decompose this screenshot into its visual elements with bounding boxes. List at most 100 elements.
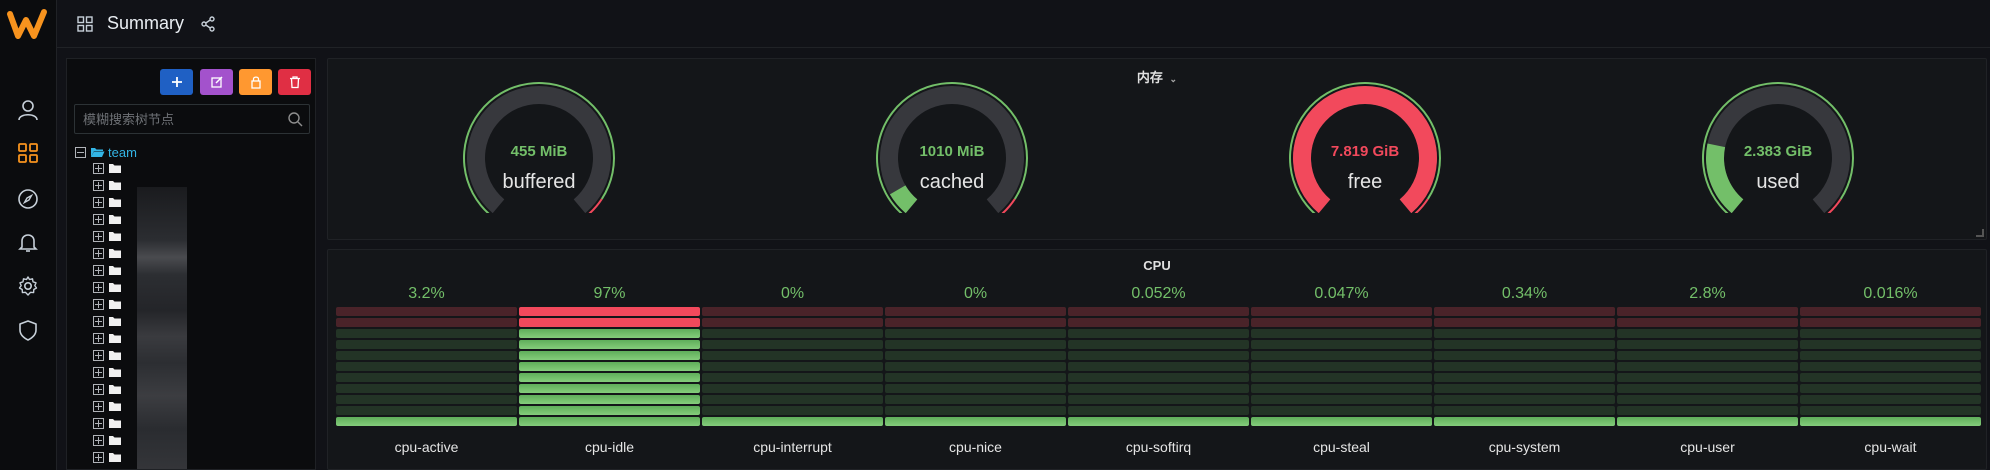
bar-gauge-cell <box>1068 417 1249 426</box>
expand-icon[interactable] <box>93 401 104 412</box>
expand-icon[interactable] <box>93 265 104 276</box>
settings-gear-icon[interactable] <box>14 272 42 300</box>
gauge-used: 2.383 GiB used <box>1693 73 1863 217</box>
tree-root-label: team <box>108 144 137 160</box>
bar-gauge-cell <box>1251 373 1432 382</box>
bar-gauge-value: 97% <box>593 285 626 302</box>
search-icon[interactable] <box>287 111 303 127</box>
bar-gauge-cell <box>1617 340 1798 349</box>
gauge-value: 2.383 GiB <box>1743 143 1813 160</box>
alert-bell-icon[interactable] <box>14 228 42 256</box>
gauge-cached: 1010 MiB cached <box>867 73 1037 217</box>
bar-gauge-cell <box>885 340 1066 349</box>
bar-gauge-label: cpu-steal <box>1313 439 1370 455</box>
bar-gauge-cell <box>1434 373 1615 382</box>
expand-icon[interactable] <box>93 435 104 446</box>
expand-icon[interactable] <box>93 282 104 293</box>
tree-node[interactable] <box>93 381 122 398</box>
tree-node[interactable] <box>93 245 122 262</box>
tree-node[interactable] <box>93 160 122 177</box>
bar-gauge-cell <box>519 395 700 404</box>
tree-node[interactable] <box>93 262 122 279</box>
tree-node[interactable] <box>93 194 122 211</box>
top-navbar: Summary <box>57 0 1990 48</box>
tree-node[interactable] <box>93 279 122 296</box>
tree-search-input[interactable] <box>75 105 275 133</box>
page-title[interactable]: Summary <box>107 13 184 34</box>
folder-icon <box>109 317 121 326</box>
dashboards-icon[interactable] <box>14 139 42 167</box>
bar-gauge-cell <box>1068 362 1249 371</box>
tree-node[interactable] <box>93 177 122 194</box>
bar-gauge-cell <box>1800 406 1981 415</box>
trash-icon <box>288 75 302 89</box>
redacted-node-labels <box>137 187 187 363</box>
expand-icon[interactable] <box>93 333 104 344</box>
tree-node[interactable] <box>93 330 122 347</box>
bar-gauge-cell <box>885 395 1066 404</box>
bar-gauge-cell <box>1068 351 1249 360</box>
bar-gauge-cell <box>702 351 883 360</box>
bar-gauge-cell <box>885 417 1066 426</box>
delete-node-button[interactable] <box>278 69 311 95</box>
chevron-down-icon[interactable]: ⌄ <box>1170 74 1178 84</box>
tree-node[interactable] <box>93 398 122 415</box>
expand-icon[interactable] <box>93 384 104 395</box>
expand-icon[interactable] <box>93 316 104 327</box>
bar-gauge-cell <box>885 307 1066 316</box>
share-icon[interactable] <box>198 14 218 34</box>
tree-node[interactable] <box>93 466 122 469</box>
expand-icon[interactable] <box>93 163 104 174</box>
expand-icon[interactable] <box>93 418 104 429</box>
bar-gauge-value: 0% <box>963 285 988 302</box>
tree-node[interactable] <box>93 228 122 245</box>
bar-gauge-cell <box>1251 395 1432 404</box>
tree-node[interactable] <box>93 449 122 466</box>
tree-node[interactable] <box>93 364 122 381</box>
bar-gauge-label: cpu-softirq <box>1125 439 1192 455</box>
grafana-logo-icon[interactable] <box>6 6 50 42</box>
bar-gauge-cell <box>1068 307 1249 316</box>
expand-icon[interactable] <box>93 214 104 225</box>
bar-gauge-cell <box>519 307 700 316</box>
bar-gauge-cell <box>1617 307 1798 316</box>
expand-icon[interactable] <box>93 248 104 259</box>
tree-root-node[interactable]: team <box>75 143 137 161</box>
tree-node[interactable] <box>93 415 122 432</box>
edit-node-button[interactable] <box>200 69 233 95</box>
bar-gauge-cell <box>1800 384 1981 393</box>
expand-icon[interactable] <box>93 197 104 208</box>
expand-icon[interactable] <box>93 367 104 378</box>
collapse-icon[interactable] <box>75 146 86 158</box>
tree-node[interactable] <box>93 347 122 364</box>
bar-gauge-cell <box>885 373 1066 382</box>
bar-gauge-cell <box>702 417 883 426</box>
resize-handle-icon[interactable] <box>1976 229 1984 237</box>
expand-icon[interactable] <box>93 180 104 191</box>
bar-gauge-cell <box>336 329 517 338</box>
bar-gauge-cell <box>702 329 883 338</box>
expand-icon[interactable] <box>93 452 104 463</box>
bar-gauge-cell <box>1434 318 1615 327</box>
expand-icon[interactable] <box>93 350 104 361</box>
bar-gauge-value: 0.016% <box>1863 285 1918 302</box>
add-node-button[interactable] <box>160 69 193 95</box>
gauge-value: 7.819 GiB <box>1330 143 1400 160</box>
tree-node[interactable] <box>93 313 122 330</box>
bar-gauge-cell <box>1068 384 1249 393</box>
user-icon[interactable] <box>14 96 42 124</box>
folder-icon <box>109 385 121 394</box>
bar-gauge-label: cpu-active <box>394 439 459 455</box>
shield-icon[interactable] <box>14 316 42 344</box>
gauge-label: free <box>1347 171 1383 193</box>
panel-title[interactable]: CPU <box>328 258 1986 273</box>
bar-gauge-label: cpu-interrupt <box>753 439 832 455</box>
tree-node[interactable] <box>93 432 122 449</box>
tree-node[interactable] <box>93 211 122 228</box>
expand-icon[interactable] <box>93 299 104 310</box>
tree-node[interactable] <box>93 296 122 313</box>
explore-compass-icon[interactable] <box>14 185 42 213</box>
lock-node-button[interactable] <box>239 69 272 95</box>
bar-gauge-cell <box>1800 318 1981 327</box>
expand-icon[interactable] <box>93 231 104 242</box>
